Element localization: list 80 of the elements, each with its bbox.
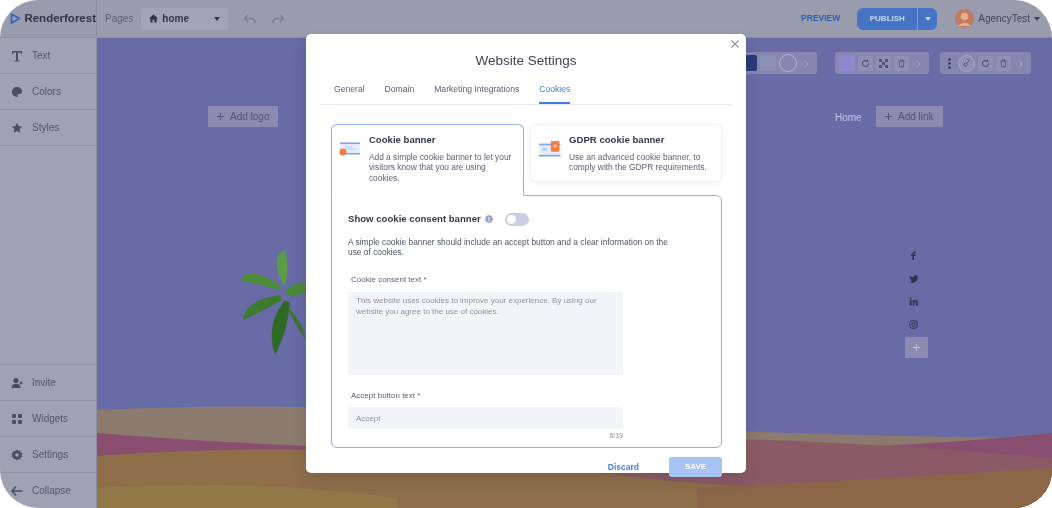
- option-card[interactable]: GDPR cookie banner Use an advanced cookie banner, to comply with the GDPR requirements.: [529, 124, 722, 182]
- option-description: Use an advanced cookie banner, to comply with the GDPR requirements.: [569, 151, 708, 173]
- consent-text-field[interactable]: This website uses cookies to improve your experience. By using our website you agree to the use of cookies.: [348, 292, 623, 376]
- redo-icon[interactable]: [272, 13, 285, 24]
- pattern-icon: [879, 58, 888, 68]
- more-icon: [948, 58, 951, 70]
- chevron-right-icon: [916, 59, 921, 68]
- twitter-icon[interactable]: [909, 274, 918, 283]
- delete-button[interactable]: [996, 55, 1011, 71]
- logo-text: Renderforest: [24, 10, 96, 26]
- accept-text-field[interactable]: Accept: [348, 407, 623, 430]
- arrow-left-icon: [11, 484, 23, 497]
- pages-label: Pages: [105, 12, 134, 26]
- sidebar-item[interactable]: Invite: [0, 364, 96, 400]
- settings-icon: [11, 448, 23, 461]
- publish-button[interactable]: PUBLISH: [857, 7, 918, 30]
- option-title: Cookie banner: [368, 133, 437, 148]
- palette-icon: [11, 85, 23, 98]
- color-swatch[interactable]: [779, 54, 797, 72]
- sidebar-item[interactable]: Text: [0, 38, 96, 74]
- grid-icon: [11, 412, 23, 425]
- link-icon: [962, 58, 971, 68]
- link-button[interactable]: [958, 54, 975, 72]
- add-social-button[interactable]: [905, 337, 928, 358]
- user-menu[interactable]: AgencyTest: [955, 9, 1040, 28]
- home-icon: [149, 14, 159, 23]
- refresh-icon: [861, 58, 870, 68]
- chevron-right-icon: [1018, 59, 1023, 68]
- facebook-icon[interactable]: [909, 251, 918, 260]
- refresh-icon: [981, 58, 990, 68]
- dialog-title: Website Settings: [474, 52, 578, 70]
- refresh-button[interactable]: [858, 55, 873, 71]
- tab[interactable]: Domain: [384, 80, 415, 105]
- sidebar-item[interactable]: Collapse: [0, 472, 96, 508]
- sidebar-item[interactable]: Colors: [0, 74, 96, 110]
- star-icon: [11, 121, 23, 134]
- close-icon: [731, 40, 739, 48]
- preview-button[interactable]: PREVIEW: [801, 12, 841, 25]
- sidebar-item[interactable]: Settings: [0, 436, 96, 472]
- tab[interactable]: Marketing Integrations: [434, 80, 520, 105]
- publish-menu-button[interactable]: [917, 7, 938, 30]
- caret-down-icon: [214, 16, 221, 21]
- pattern-button[interactable]: [876, 55, 891, 71]
- plus-icon: [913, 344, 920, 351]
- discard-button[interactable]: Discard: [601, 459, 645, 475]
- sidebar-item[interactable]: Widgets: [0, 400, 96, 436]
- more-button[interactable]: [948, 55, 951, 71]
- option-title: GDPR cookie banner: [569, 133, 666, 148]
- undo-icon[interactable]: [244, 13, 257, 24]
- page-select[interactable]: home: [141, 7, 229, 30]
- linkedin-icon[interactable]: [909, 297, 918, 306]
- field-label: Cookie consent text *: [351, 274, 428, 287]
- refresh-button[interactable]: [978, 55, 993, 71]
- close-button[interactable]: [731, 40, 739, 48]
- nav-link[interactable]: Home: [835, 110, 862, 125]
- color-swatch[interactable]: [839, 55, 855, 71]
- plus-icon: [885, 113, 892, 120]
- option-card[interactable]: Cookie banner Add a simple cookie banner to let your visitors know that you are using cookies.: [331, 124, 524, 197]
- delete-icon: [999, 58, 1008, 68]
- description-text: A simple cookie banner should include an accept button and a clear information on the use of cookies.: [348, 236, 669, 259]
- instagram-icon[interactable]: [909, 320, 918, 329]
- avatar-icon: [955, 9, 975, 28]
- info-icon: [484, 215, 493, 224]
- delete-button[interactable]: [894, 55, 909, 71]
- plus-icon: [217, 113, 224, 120]
- add-user-icon: [11, 376, 23, 389]
- logo-icon: [10, 11, 21, 26]
- tab[interactable]: Cookies: [539, 80, 571, 105]
- field-label: Accept button text *: [351, 390, 422, 403]
- option-description: Add a simple cookie banner to let your visitors know that you are using cookies.: [368, 151, 513, 184]
- chevron-right-icon: [804, 59, 809, 68]
- caret-down-icon: [924, 16, 931, 21]
- sidebar-item[interactable]: Styles: [0, 110, 96, 146]
- add-logo-button[interactable]: Add logo: [208, 106, 279, 127]
- delete-icon: [897, 58, 906, 68]
- toggle-label: Show cookie consent banner: [348, 212, 481, 227]
- text-icon: [11, 49, 23, 62]
- toggle-switch[interactable]: [504, 212, 529, 226]
- tab[interactable]: General: [334, 80, 365, 105]
- caret-down-icon: [1034, 16, 1040, 21]
